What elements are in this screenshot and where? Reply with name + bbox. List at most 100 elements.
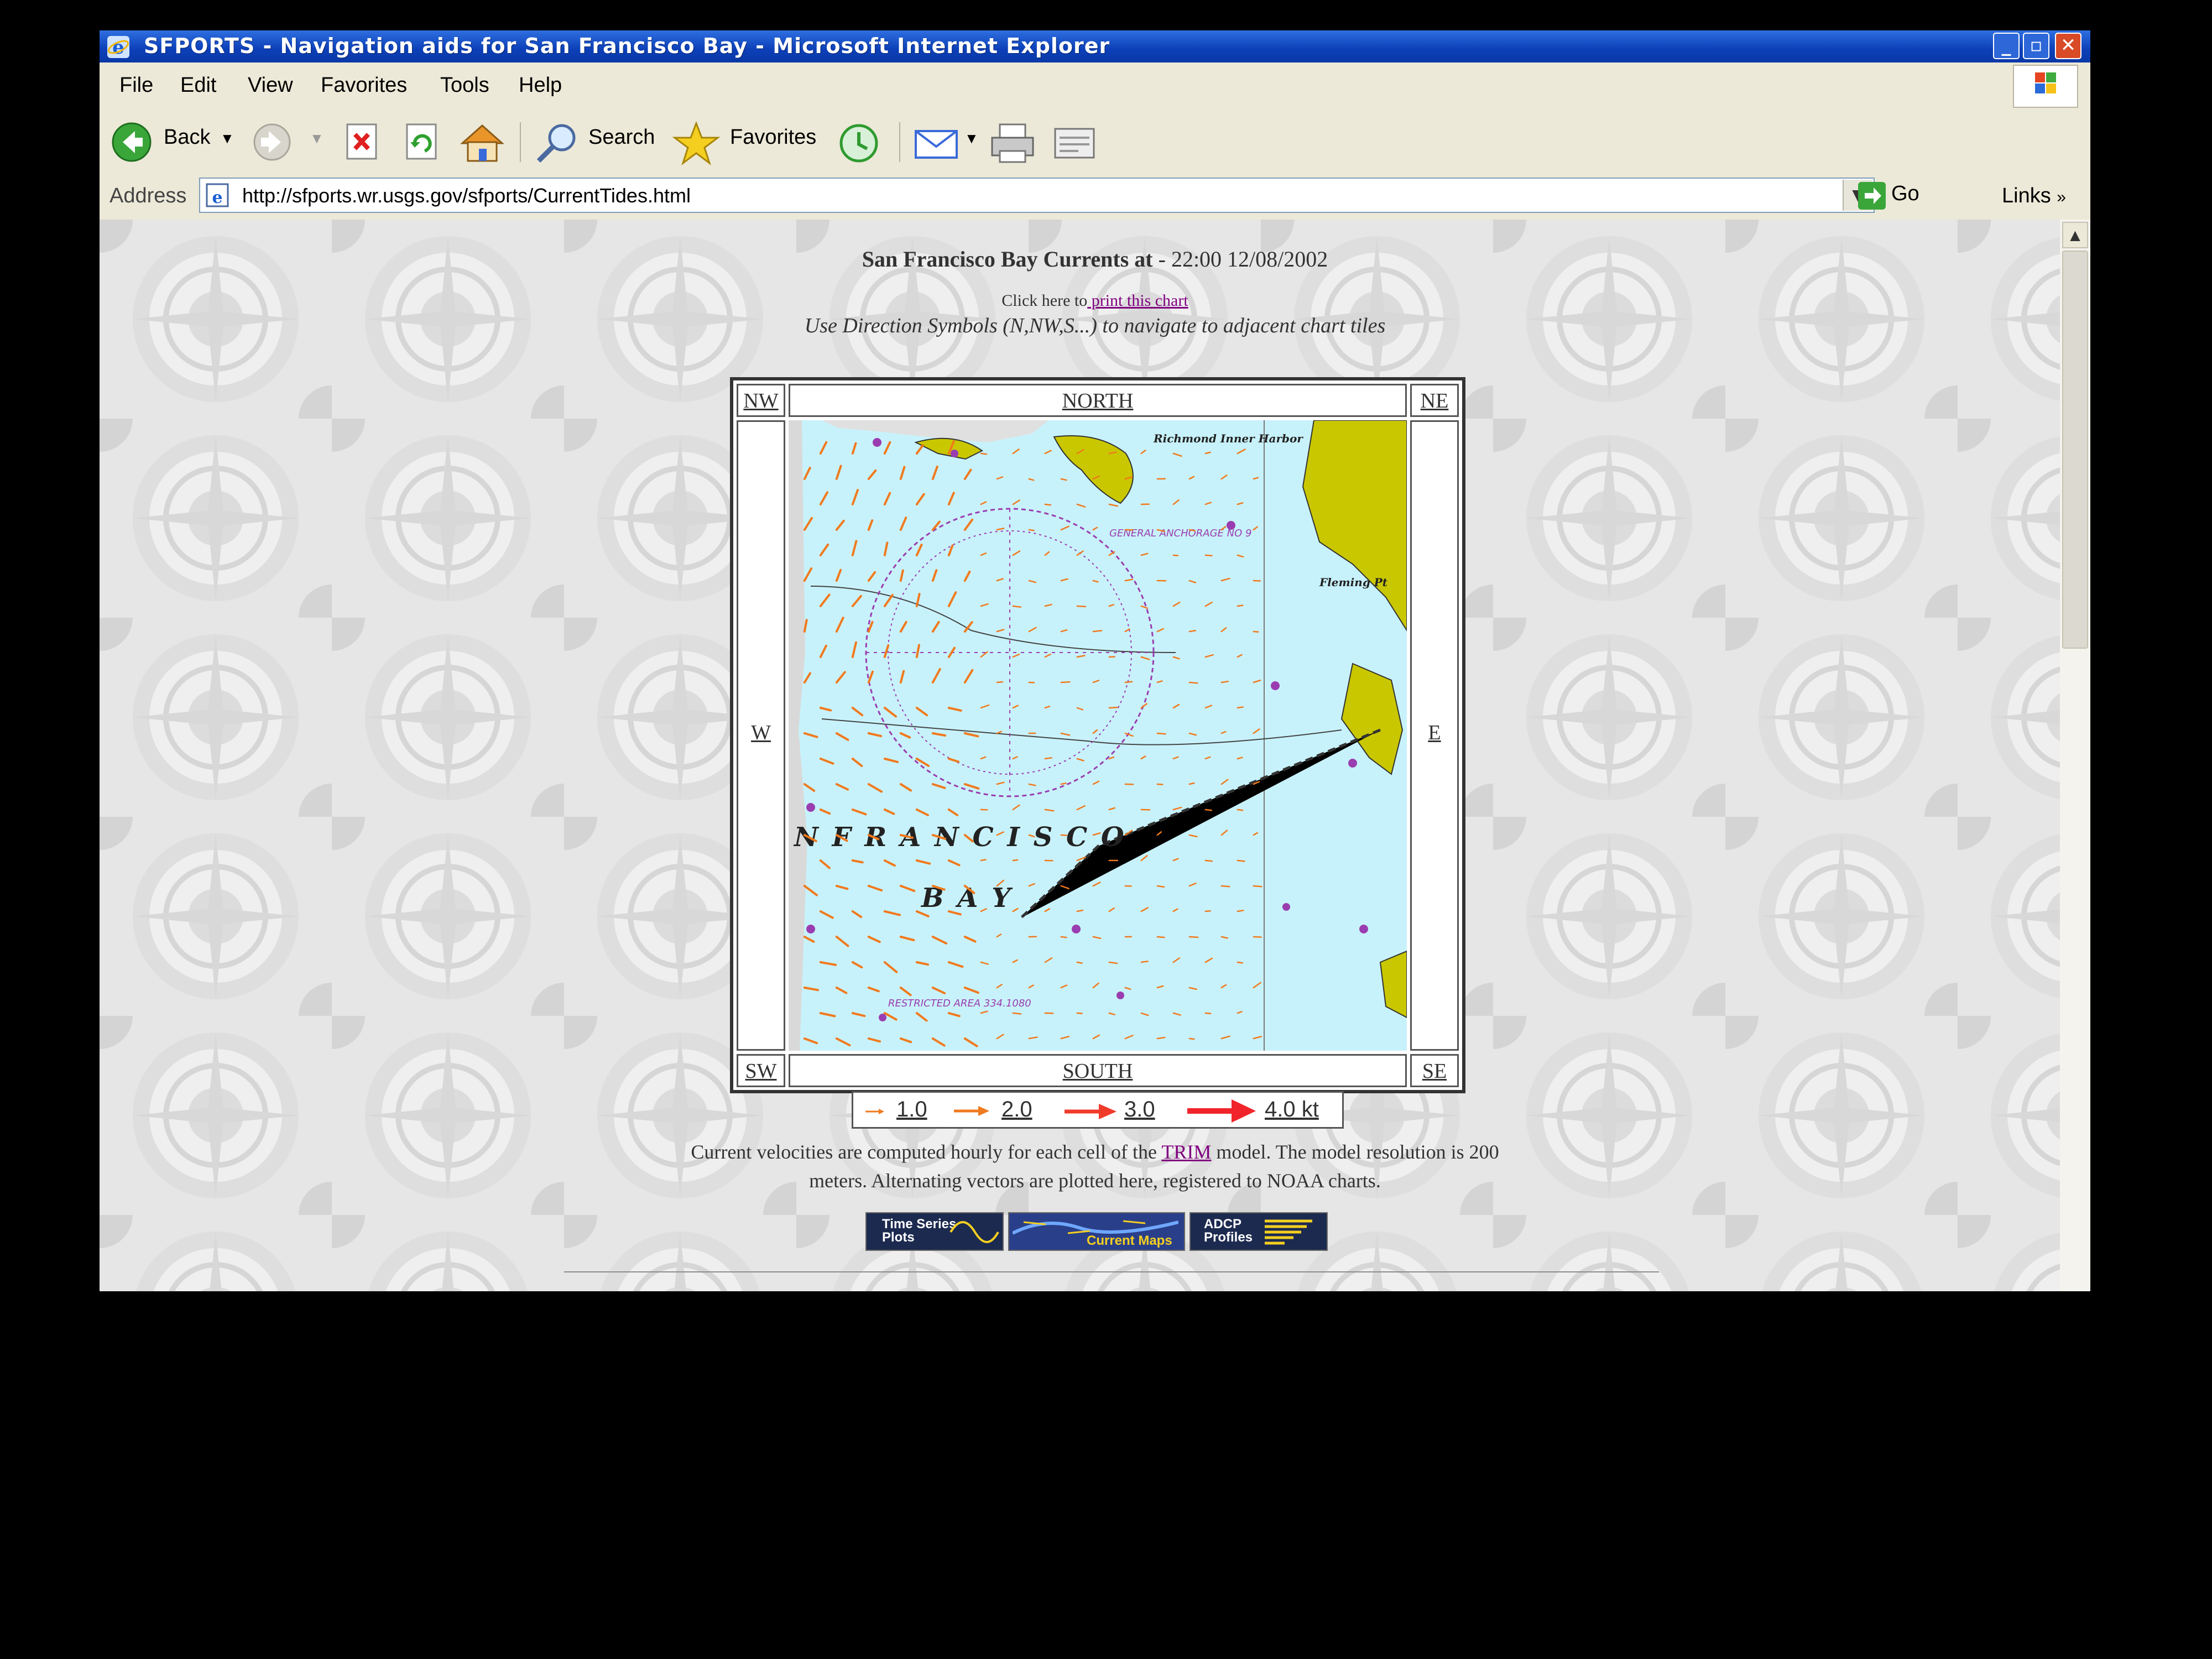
- back-dropdown-icon[interactable]: ▼: [220, 130, 234, 147]
- edit-icon[interactable]: [1051, 121, 1098, 165]
- current-vector-arrow: [1188, 529, 1196, 531]
- current-vector-arrow: [1044, 503, 1052, 506]
- desc-suffix: model. The model resolution is 200: [1211, 1141, 1499, 1163]
- time-series-plots-button[interactable]: Time Series Plots: [865, 1212, 1004, 1251]
- adcp-profiles-button[interactable]: ADCP Profiles: [1190, 1212, 1328, 1251]
- page-content: San Francisco Bay Currents at - 22:00 12…: [100, 220, 2060, 1291]
- map-label-restricted: RESTRICTED AREA 334.1080: [888, 998, 1031, 1009]
- current-vector-arrow: [1172, 554, 1179, 557]
- address-label: Address: [109, 184, 187, 207]
- nav-cell-nw: NW: [737, 384, 785, 417]
- go-arrow-icon[interactable]: [1857, 181, 1887, 211]
- search-icon[interactable]: [533, 121, 581, 165]
- current-vector-arrow: [1188, 629, 1197, 633]
- menu-view[interactable]: View: [248, 74, 293, 97]
- print-prefix: Click here to: [1001, 291, 1088, 310]
- current-vector-arrow: [1237, 859, 1245, 862]
- current-map-image[interactable]: N F R A N C I S C O B A Y Richmond Inner…: [789, 420, 1407, 1051]
- model-description: Current velocities are computed hourly f…: [100, 1138, 2060, 1195]
- back-button[interactable]: Back: [164, 126, 210, 149]
- current-vector-arrow: [1204, 859, 1213, 862]
- print-icon[interactable]: [989, 121, 1036, 165]
- profile-bars-icon: [1265, 1219, 1312, 1245]
- svg-text:e: e: [212, 188, 222, 207]
- windows-logo-icon: [2013, 65, 2078, 108]
- legend-arrow-3: [1065, 1104, 1117, 1119]
- nav-sw-link[interactable]: SW: [738, 1056, 784, 1083]
- adcp-label-2: Profiles: [1204, 1230, 1253, 1245]
- page-heading: San Francisco Bay Currents at - 22:00 12…: [100, 246, 2060, 272]
- menu-edit[interactable]: Edit: [180, 74, 216, 97]
- history-icon[interactable]: [835, 121, 883, 165]
- close-button[interactable]: ✕: [2055, 33, 2081, 59]
- current-maps-label: Current Maps: [1087, 1233, 1172, 1248]
- page-icon: e: [206, 183, 229, 207]
- trim-link[interactable]: TRIM: [1161, 1141, 1211, 1163]
- search-button[interactable]: Search: [588, 126, 655, 149]
- scroll-thumb[interactable]: [2062, 251, 2088, 649]
- back-arrow-icon[interactable]: [111, 121, 153, 163]
- map-label-richmond: Richmond Inner Harbor: [1153, 432, 1303, 445]
- mail-icon[interactable]: [912, 121, 960, 165]
- current-maps-button[interactable]: Current Maps: [1008, 1212, 1185, 1251]
- title-bar: e SFPORTS - Navigation aids for San Fran…: [100, 30, 2090, 62]
- vertical-scrollbar[interactable]: ▲: [2060, 220, 2090, 1291]
- chart-navigation-table: NW NORTH NE W E SW SOUTH SE N F R A N C …: [730, 377, 1465, 1093]
- forward-dropdown-icon[interactable]: ▼: [310, 130, 324, 147]
- legend-arrow-1: [865, 1109, 884, 1114]
- menu-bar: File Edit View Favorites Tools Help: [100, 62, 2090, 111]
- mail-dropdown-icon[interactable]: ▼: [964, 130, 979, 147]
- nav-se-link[interactable]: SE: [1412, 1056, 1457, 1083]
- print-line: Click here to print this chart: [100, 291, 2060, 310]
- go-button[interactable]: Go: [1891, 182, 1919, 206]
- current-vector-arrow: [1140, 961, 1149, 963]
- print-chart-link[interactable]: print this chart: [1087, 291, 1188, 310]
- refresh-icon[interactable]: [403, 121, 441, 163]
- heading-title: San Francisco Bay Currents at: [862, 247, 1153, 272]
- links-button[interactable]: Links »: [2002, 184, 2066, 208]
- nav-ne-link[interactable]: NE: [1412, 385, 1457, 413]
- browser-window: e SFPORTS - Navigation aids for San Fran…: [100, 30, 2090, 1291]
- forward-arrow-icon[interactable]: [251, 121, 293, 163]
- nav-w-link[interactable]: W: [738, 422, 784, 745]
- nav-cell-north: NORTH: [789, 384, 1407, 417]
- address-url: http://sfports.wr.usgs.gov/sfports/Curre…: [242, 184, 691, 207]
- horizontal-rule: [564, 1271, 1659, 1272]
- current-vector-arrow: [1156, 783, 1164, 785]
- minimize-button[interactable]: _: [1993, 33, 2020, 59]
- menu-tools[interactable]: Tools: [440, 74, 489, 97]
- links-label: Links: [2002, 184, 2051, 207]
- address-input[interactable]: e http://sfports.wr.usgs.gov/sfports/Cur…: [199, 178, 1875, 213]
- nav-south-link[interactable]: SOUTH: [790, 1056, 1405, 1083]
- nav-nw-link[interactable]: NW: [738, 385, 784, 413]
- favorites-star-icon[interactable]: [672, 121, 720, 165]
- current-vector-arrow: [980, 859, 987, 862]
- time-series-label-1: Time Series: [882, 1217, 957, 1232]
- menu-file[interactable]: File: [119, 74, 153, 97]
- current-vector-arrow: [1060, 782, 1067, 785]
- current-vector-arrow: [1012, 1012, 1022, 1015]
- stop-icon[interactable]: [343, 121, 382, 163]
- menu-favorites[interactable]: Favorites: [321, 74, 407, 97]
- favorites-button[interactable]: Favorites: [730, 126, 816, 149]
- legend-arrow-2: [954, 1106, 989, 1116]
- maximize-button[interactable]: ▫: [2023, 33, 2049, 59]
- map-label-francisco: N F R A N C I S C O: [793, 822, 1126, 853]
- current-vector-arrow: [1044, 757, 1052, 760]
- nav-cell-sw: SW: [737, 1054, 785, 1087]
- sine-wave-icon: [950, 1221, 999, 1243]
- scroll-up-button[interactable]: ▲: [2062, 222, 2088, 248]
- nav-cell-se: SE: [1410, 1054, 1459, 1087]
- nav-north-link[interactable]: NORTH: [790, 385, 1405, 413]
- nav-e-link[interactable]: E: [1412, 422, 1457, 745]
- current-vector-arrow: [1156, 732, 1166, 735]
- current-vector-arrow: [1188, 681, 1198, 684]
- current-vector-arrow: [1108, 706, 1118, 709]
- desc-prefix: Current velocities are computed hourly f…: [691, 1141, 1162, 1163]
- current-vector-arrow: [1204, 1012, 1212, 1015]
- legend-label-4: 4.0 kt: [1265, 1097, 1319, 1121]
- menu-help[interactable]: Help: [519, 74, 562, 97]
- home-icon[interactable]: [459, 121, 505, 165]
- adcp-label-1: ADCP: [1204, 1217, 1242, 1232]
- current-vector-arrow: [1076, 1012, 1083, 1014]
